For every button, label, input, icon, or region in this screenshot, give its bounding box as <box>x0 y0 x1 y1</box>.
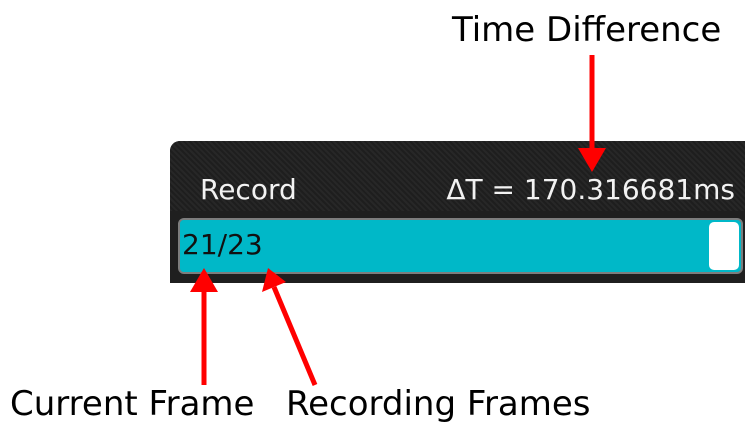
annotation-time-difference: Time Difference <box>452 10 722 50</box>
progress-handle[interactable] <box>709 222 739 270</box>
record-progress-bar[interactable]: 21/23 <box>178 218 743 274</box>
record-label: Record <box>200 173 297 206</box>
frame-counter: 21/23 <box>182 228 263 261</box>
record-panel: Record ΔT = 170.316681ms 21/23 <box>170 141 745 283</box>
annotation-current-frame: Current Frame <box>10 384 255 424</box>
time-difference-readout: ΔT = 170.316681ms <box>446 173 735 206</box>
annotation-recording-frames: Recording Frames <box>286 384 591 424</box>
arrow-recording-frames <box>271 286 318 386</box>
record-panel-header: Record ΔT = 170.316681ms <box>170 141 745 211</box>
